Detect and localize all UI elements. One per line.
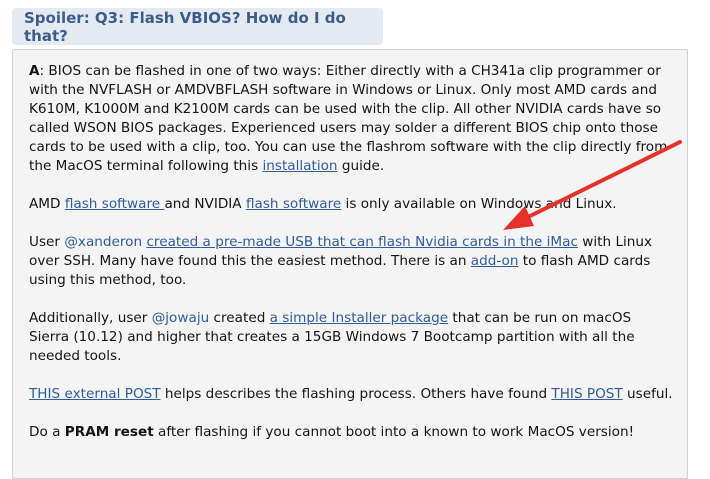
text: AMD: [29, 196, 65, 212]
external-post-link[interactable]: THIS external POST: [29, 386, 161, 402]
text: User: [29, 234, 65, 250]
paragraph-posts: THIS external POST helps describes the f…: [29, 385, 673, 404]
installation-link[interactable]: installation: [262, 158, 337, 174]
user-mention-jowaju[interactable]: @jowaju: [152, 310, 210, 326]
text: useful.: [622, 386, 673, 402]
text: is only available on Windows and Linux.: [341, 196, 617, 212]
text: Do a: [29, 424, 65, 440]
answer-label: A: [29, 63, 40, 79]
this-post-link[interactable]: THIS POST: [551, 386, 622, 402]
text: Additionally, user: [29, 310, 152, 326]
text: helps describes the flashing process. Ot…: [160, 386, 552, 402]
amd-flash-software-link[interactable]: flash software: [65, 196, 165, 212]
spoiler-toggle-button[interactable]: Spoiler: Q3: Flash VBIOS? How do I do th…: [12, 8, 383, 45]
paragraph-installer: Additionally, user @jowaju created a sim…: [29, 309, 673, 366]
text: after flashing if you cannot boot into a…: [153, 424, 635, 440]
user-mention-xanderon[interactable]: @xanderon: [64, 234, 142, 250]
spoiler-content: A: BIOS can be flashed in one of two way…: [12, 49, 688, 479]
text: and NVIDIA: [164, 196, 246, 212]
premade-usb-link[interactable]: created a pre-made USB that can flash Nv…: [146, 234, 578, 250]
nvidia-flash-software-link[interactable]: flash software: [246, 196, 341, 212]
installer-package-link[interactable]: a simple Installer package: [270, 310, 448, 326]
answer-tail: guide.: [337, 158, 385, 174]
add-on-link[interactable]: add-on: [471, 253, 519, 269]
paragraph-flash-software: AMD flash software and NVIDIA flash soft…: [29, 195, 673, 214]
pram-reset-text: PRAM reset: [64, 424, 154, 440]
paragraph-pram: Do a PRAM reset after flashing if you ca…: [29, 423, 673, 442]
paragraph-answer: A: BIOS can be flashed in one of two way…: [29, 62, 673, 176]
text: created: [209, 310, 270, 326]
paragraph-usb-method: User @xanderon created a pre-made USB th…: [29, 233, 673, 290]
spoiler-title: Spoiler: Q3: Flash VBIOS? How do I do th…: [24, 8, 346, 45]
